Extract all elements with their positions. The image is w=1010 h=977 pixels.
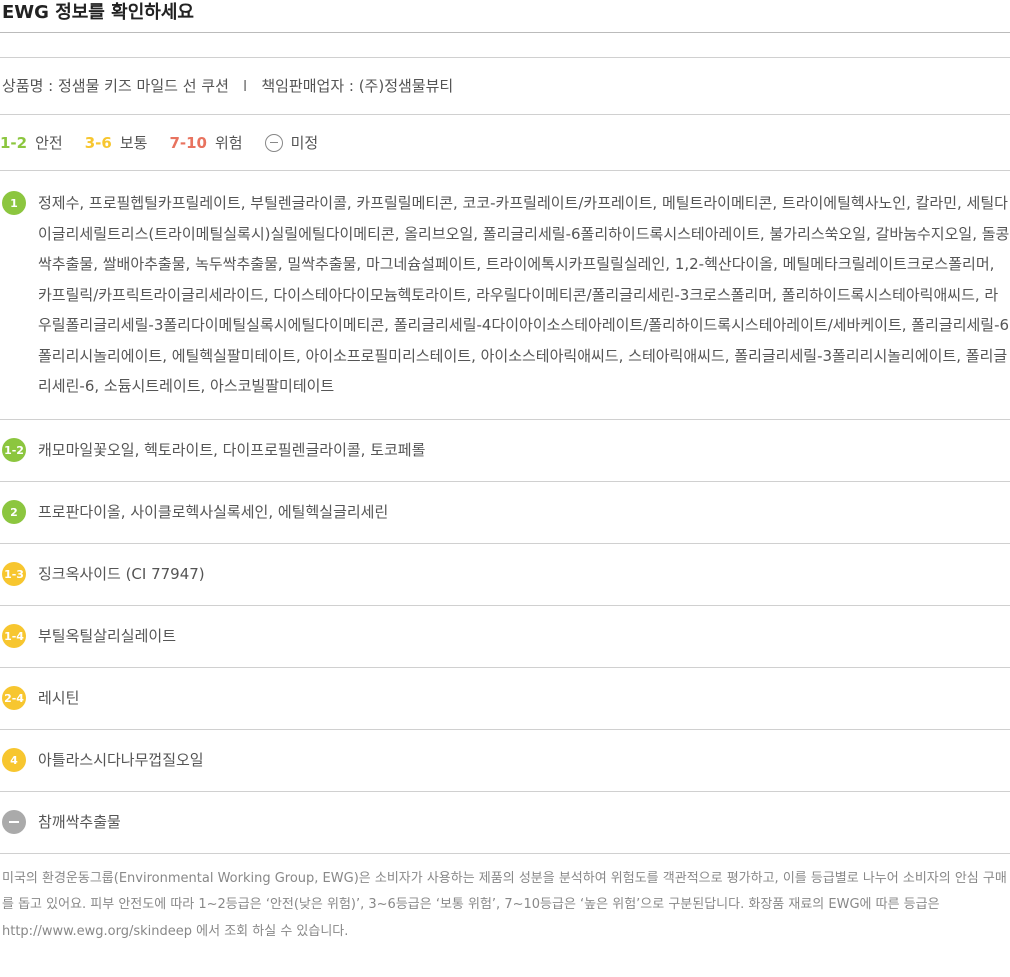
minus-icon — [2, 810, 26, 834]
legend-safe: 1-2 안전 — [0, 132, 63, 153]
seller-name: 책임판매업자 : (주)정샘물뷰티 — [261, 77, 454, 95]
legend-danger-range: 7-10 — [169, 133, 207, 152]
separator: I — [242, 77, 248, 95]
legend-danger: 7-10 위험 — [169, 132, 242, 153]
grade-badge: 1-2 — [2, 438, 26, 462]
ingredient-list: 레시틴 — [38, 688, 80, 707]
ingredient-row: 2 프로판다이올, 사이클로헥사실록세인, 에틸헥실글리세린 — [0, 482, 1010, 544]
ingredient-row: 참깨싹추출물 — [0, 792, 1010, 854]
grade-badge: 1-4 — [2, 624, 26, 648]
ingredient-list: 징크옥사이드 (CI 77947) — [38, 564, 205, 583]
legend-moderate-range: 3-6 — [84, 133, 112, 152]
ingredient-list: 부틸옥틸살리실레이트 — [38, 626, 177, 645]
legend-safe-range: 1-2 — [0, 133, 28, 152]
ingredient-row: 4 아틀라스시다나무껍질오일 — [0, 730, 1010, 792]
legend-danger-label: 위험 — [214, 134, 243, 152]
product-name: 상품명 : 정샘물 키즈 마일드 선 쿠션 — [2, 77, 229, 95]
legend-undetermined-label: 미정 — [290, 134, 319, 152]
ingredient-row: 1 정제수, 프로필헵틸카프릴레이트, 부틸렌글라이콜, 카프릴릴메티콘, 코코… — [0, 171, 1010, 420]
divider — [0, 33, 1010, 58]
grade-badge: 1 — [2, 191, 26, 215]
page-title: EWG 정보를 확인하세요 — [0, 0, 1010, 33]
ingredient-row: 1-4 부틸옥틸살리실레이트 — [0, 606, 1010, 668]
ingredient-list: 아틀라스시다나무껍질오일 — [38, 750, 204, 769]
grade-legend: 1-2 안전 3-6 보통 7-10 위험 미정 — [0, 115, 1010, 171]
ingredient-row: 2-4 레시틴 — [0, 668, 1010, 730]
grade-badge: 4 — [2, 748, 26, 772]
minus-circle-icon — [264, 133, 283, 152]
grade-badge: 1-3 — [2, 562, 26, 586]
ewg-info-panel: EWG 정보를 확인하세요 상품명 : 정샘물 키즈 마일드 선 쿠션 I 책임판매… — [0, 0, 1010, 945]
legend-moderate: 3-6 보통 — [85, 132, 148, 153]
grade-badge: 2-4 — [2, 686, 26, 710]
ingredient-list: 참깨싹추출물 — [38, 812, 121, 831]
legend-safe-label: 안전 — [35, 134, 63, 152]
grade-badge: 2 — [2, 500, 26, 524]
legend-undetermined: 미정 — [264, 132, 319, 153]
ingredient-list: 정제수, 프로필헵틸카프릴레이트, 부틸렌글라이콜, 카프릴릴메티콘, 코코-카… — [38, 194, 1010, 395]
ingredient-row: 1-2 캐모마일꽃오일, 헥토라이트, 다이프로필렌글라이콜, 토코페롤 — [0, 420, 1010, 482]
ingredient-list: 프로판다이올, 사이클로헥사실록세인, 에틸헥실글리세린 — [38, 502, 389, 521]
product-info: 상품명 : 정샘물 키즈 마일드 선 쿠션 I 책임판매업자 : (주)정샘물뷰티 — [0, 58, 1010, 115]
ingredient-row: 1-3 징크옥사이드 (CI 77947) — [0, 544, 1010, 606]
ewg-description: 미국의 환경운동그룹(Environmental Working Group, … — [2, 870, 1007, 939]
ingredient-list: 캐모마일꽃오일, 헥토라이트, 다이프로필렌글라이콜, 토코페롤 — [38, 440, 426, 459]
legend-moderate-label: 보통 — [119, 134, 148, 152]
